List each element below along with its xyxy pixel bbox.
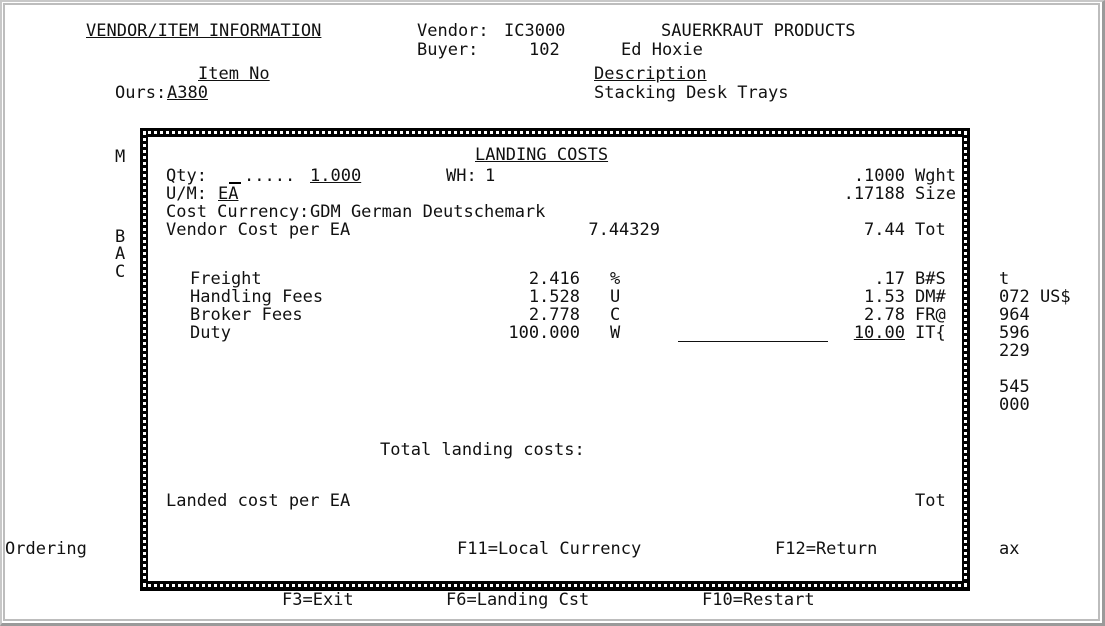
um-label: U/M: (166, 184, 207, 204)
popup-title: LANDING COSTS (475, 145, 609, 165)
right-col-5: 545 (999, 377, 1030, 397)
buyer-label: Buyer: (417, 40, 479, 60)
popup-border-left (143, 131, 146, 587)
um-input[interactable]: EA (218, 185, 238, 203)
vendor-cost-value: 7.44329 (588, 220, 660, 240)
size-value: .17188 (843, 184, 905, 204)
popup-border-bottom (143, 584, 967, 587)
currency-value: GDM German Deutschemark (310, 202, 546, 222)
cost-row-unit: FR@ (915, 305, 946, 325)
left-letter-m: M (115, 147, 126, 167)
cost-row-code: C (610, 305, 621, 325)
right-col-0: t (999, 269, 1010, 289)
cost-row-rate: 2.416 (528, 269, 580, 289)
cost-row-amount: 10.00 (853, 323, 905, 343)
cost-row-rate: 2.778 (528, 305, 580, 325)
vendor-label: Vendor: (417, 21, 489, 41)
cost-row-unit: DM# (915, 287, 946, 307)
weight-value: .1000 (853, 166, 905, 186)
wh-label: WH: (446, 166, 477, 186)
cost-row-rate: 100.000 (508, 323, 580, 343)
f12-return-key[interactable]: F12=Return (775, 540, 877, 558)
vendor-cost-tot-label: Tot (915, 220, 946, 240)
popup-border-right (964, 131, 967, 587)
cost-row-code: W (610, 323, 621, 343)
right-col-3: 596 (999, 323, 1030, 343)
cost-row-rate: 1.528 (528, 287, 580, 307)
cost-row-code: U (610, 287, 621, 307)
wh-value: 1 (485, 166, 496, 186)
item-no-header: Item No (198, 64, 270, 84)
qty-input[interactable]: 1.000 (310, 167, 361, 185)
total-landing-costs-label: Total landing costs: (380, 440, 585, 460)
ours-label: Ours: (115, 83, 167, 103)
right-bottom-text: ax (999, 539, 1020, 559)
f11-local-currency-key[interactable]: F11=Local Currency (457, 540, 641, 558)
cost-row-amount: .17 (874, 269, 905, 289)
description-header: Description (594, 64, 707, 84)
cost-row-unit: IT{ (915, 323, 946, 343)
cost-row-unit: B#S (915, 269, 946, 289)
weight-label: Wght (915, 166, 956, 186)
left-letter-a: A (115, 244, 126, 264)
left-letter-c: C (115, 262, 126, 282)
popup-border-top (143, 131, 967, 134)
item-description: Stacking Desk Trays (594, 83, 789, 103)
qty-label: Qty: (166, 166, 207, 186)
qty-input-dots: ..... (244, 166, 296, 186)
cost-row-amount: 2.78 (864, 305, 905, 325)
landed-cost-label: Landed cost per EA (166, 491, 351, 511)
right-col-6: 000 (999, 395, 1030, 415)
vendor-code: IC3000 (504, 21, 566, 41)
size-label: Size (915, 184, 956, 204)
landed-cost-tot-label: Tot (915, 491, 946, 511)
ordering-label: Ordering (5, 539, 87, 559)
buyer-name: Ed Hoxie (621, 40, 703, 60)
screen-title: VENDOR/ITEM INFORMATION (86, 21, 322, 41)
right-col-4: 229 (999, 341, 1030, 361)
cost-row-name: Broker Fees (190, 305, 303, 325)
vendor-name: SAUERKRAUT PRODUCTS (661, 21, 856, 41)
ours-item-value[interactable]: A380 (167, 84, 208, 102)
right-col-1: 072 US$ (999, 287, 1071, 307)
f3-exit-key[interactable]: F3=Exit (282, 591, 354, 609)
cost-row-name: Freight (190, 269, 262, 289)
vendor-cost-label: Vendor Cost per EA (166, 220, 351, 240)
right-col-2: 964 (999, 305, 1030, 325)
cost-row-name: Duty (190, 323, 231, 343)
buyer-code: 102 (529, 40, 560, 60)
f6-landing-cost-key[interactable]: F6=Landing Cst (446, 591, 589, 609)
cost-row-amount: 1.53 (864, 287, 905, 307)
cost-row-name: Handling Fees (190, 287, 324, 307)
f10-restart-key[interactable]: F10=Restart (702, 591, 815, 609)
currency-label: Cost Currency: (166, 202, 310, 222)
vendor-cost-total: 7.44 (864, 220, 905, 240)
cost-row-code: % (610, 269, 621, 289)
